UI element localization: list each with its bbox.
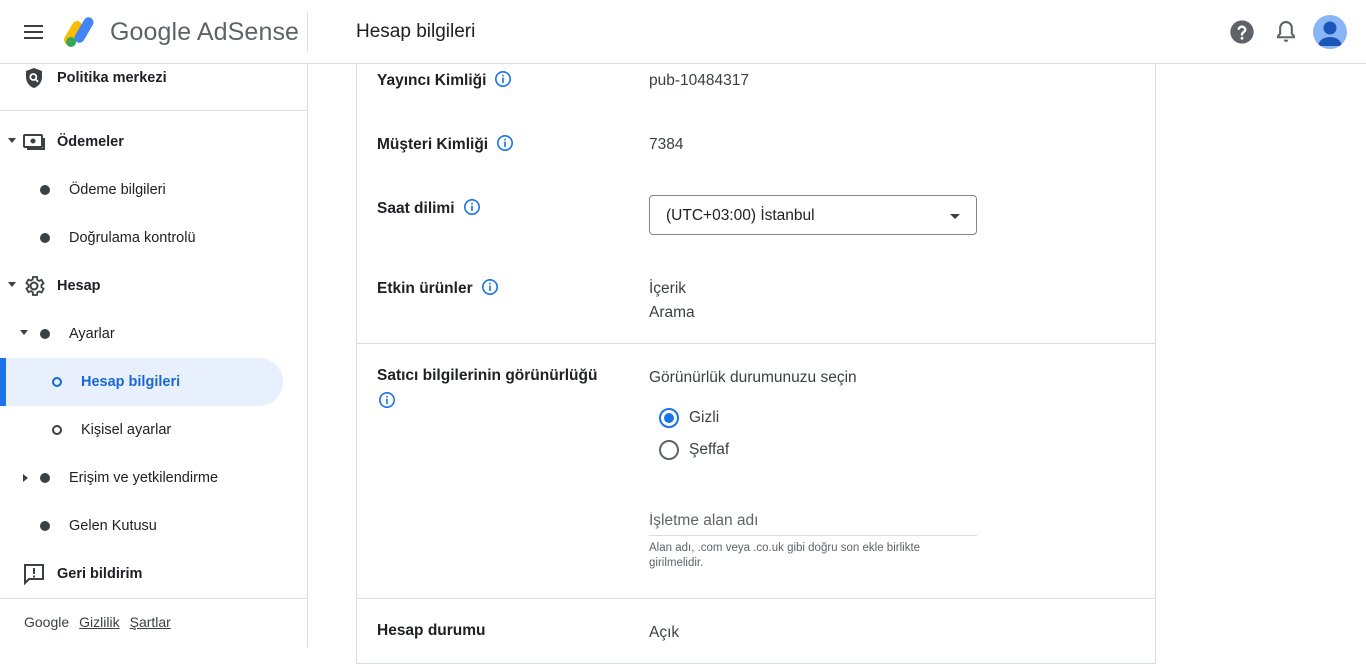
feedback-icon	[24, 564, 44, 586]
sidebar-item-policy-center[interactable]: Politika merkezi	[0, 54, 283, 102]
radio-transparent[interactable]	[659, 440, 679, 460]
sidebar-item-label: Geri bildirim	[57, 566, 143, 582]
chevron-down-icon	[8, 282, 16, 287]
sidebar-item-inbox[interactable]: Gelen Kutusu	[0, 502, 283, 550]
timezone-label: Saat dilimi	[377, 198, 481, 218]
card-divider	[357, 598, 1155, 599]
bullet-ring-icon	[52, 425, 62, 435]
bullet-icon	[40, 233, 50, 243]
active-product-item: İçerik	[649, 280, 687, 297]
bullet-ring-icon	[52, 377, 62, 387]
sidebar-item-label: Hesap bilgileri	[81, 374, 181, 390]
adsense-logo-icon	[64, 17, 94, 47]
sidebar-item-verification[interactable]: Doğrulama kontrolü	[0, 214, 283, 262]
bullet-icon	[40, 185, 50, 195]
sidebar-item-label: Doğrulama kontrolü	[69, 230, 196, 246]
sidebar-item-payments[interactable]: Ödemeler	[0, 118, 283, 166]
active-products-label-text: Etkin ürünler	[377, 280, 473, 297]
sidebar-item-feedback[interactable]: Geri bildirim	[0, 550, 283, 598]
account-status-value: Açık	[649, 624, 680, 641]
info-icon[interactable]	[481, 278, 499, 296]
sidebar-footer: Google Gizlilik Şartlar	[24, 614, 171, 630]
timezone-label-text: Saat dilimi	[377, 200, 455, 217]
radio-transparent-label[interactable]: Şeffaf	[689, 441, 729, 459]
sidebar-item-label: Ödemeler	[57, 134, 124, 150]
header-divider	[307, 12, 308, 52]
help-icon[interactable]	[1228, 18, 1256, 46]
info-icon[interactable]	[496, 134, 514, 152]
publisher-id-label: Yayıncı Kimliği	[377, 70, 512, 90]
sidebar-item-settings[interactable]: Ayarlar	[0, 310, 283, 358]
customer-id-label: Müşteri Kimliği	[377, 134, 514, 154]
privacy-link[interactable]: Gizlilik	[79, 614, 119, 630]
sidebar-item-label: Ödeme bilgileri	[69, 182, 166, 198]
sidebar-item-account[interactable]: Hesap	[0, 262, 283, 310]
publisher-id-value: pub-10484317	[649, 72, 749, 89]
visibility-prompt: Görünürlük durumunuzu seçin	[649, 369, 857, 386]
sidebar-item-label: Hesap	[57, 278, 101, 294]
domain-hint: Alan adı, .com veya .co.uk gibi doğru so…	[649, 542, 921, 569]
seller-visibility-label: Satıcı bilgilerinin görünürlüğü	[377, 367, 598, 384]
chevron-right-icon	[23, 474, 28, 482]
active-products-label: Etkin ürünler	[377, 278, 499, 298]
sidebar-item-label: Erişim ve yetkilendirme	[69, 470, 219, 486]
shield-icon	[26, 68, 42, 88]
notifications-icon[interactable]	[1272, 18, 1300, 46]
bullet-icon	[40, 473, 50, 483]
sidebar-divider	[0, 110, 307, 111]
terms-link[interactable]: Şartlar	[130, 614, 171, 630]
bullet-icon	[40, 521, 50, 531]
dropdown-arrow-icon	[950, 214, 960, 219]
sidebar-item-access[interactable]: Erişim ve yetkilendirme	[0, 454, 283, 502]
payments-icon	[23, 134, 45, 150]
account-status-label: Hesap durumu	[377, 622, 486, 639]
customer-id-label-text: Müşteri Kimliği	[377, 136, 489, 153]
gear-icon	[25, 276, 45, 296]
timezone-select[interactable]: (UTC+03:00) İstanbul	[649, 195, 977, 235]
account-info-card: Yayıncı Kimliği pub-10484317 Müşteri Kim…	[356, 64, 1156, 664]
publisher-id-label-text: Yayıncı Kimliği	[377, 72, 487, 89]
radio-private-label[interactable]: Gizli	[689, 409, 719, 427]
footer-google: Google	[24, 614, 70, 630]
bullet-icon	[40, 329, 50, 339]
info-icon[interactable]	[378, 391, 396, 409]
sidebar-item-label: Ayarlar	[69, 326, 115, 342]
page-title: Hesap bilgileri	[356, 21, 476, 42]
business-domain-input[interactable]	[649, 506, 977, 536]
chevron-down-icon	[20, 330, 28, 335]
chevron-down-icon	[8, 138, 16, 143]
sidebar-divider	[0, 598, 307, 599]
brand-name: Google AdSense	[110, 18, 300, 46]
timezone-select-value: (UTC+03:00) İstanbul	[666, 207, 815, 224]
account-avatar[interactable]	[1313, 15, 1347, 49]
main-menu-icon[interactable]	[22, 20, 46, 44]
info-icon[interactable]	[463, 198, 481, 216]
sidebar-item-label: Kişisel ayarlar	[81, 422, 172, 438]
sidebar-item-payment-info[interactable]: Ödeme bilgileri	[0, 166, 283, 214]
customer-id-value: 7384	[649, 136, 684, 153]
active-product-item: Arama	[649, 304, 695, 321]
sidebar-item-account-info[interactable]: Hesap bilgileri	[0, 358, 283, 406]
card-divider	[357, 343, 1155, 344]
sidebar-item-personal-settings[interactable]: Kişisel ayarlar	[0, 406, 283, 454]
sidebar-nav: Politika merkezi Ödemeler Ödeme bilgiler…	[0, 64, 308, 647]
sidebar-item-label: Politika merkezi	[57, 70, 167, 86]
radio-private[interactable]	[659, 408, 679, 428]
info-icon[interactable]	[494, 70, 512, 88]
user-icon	[1318, 21, 1342, 46]
sidebar-item-label: Gelen Kutusu	[69, 518, 157, 534]
